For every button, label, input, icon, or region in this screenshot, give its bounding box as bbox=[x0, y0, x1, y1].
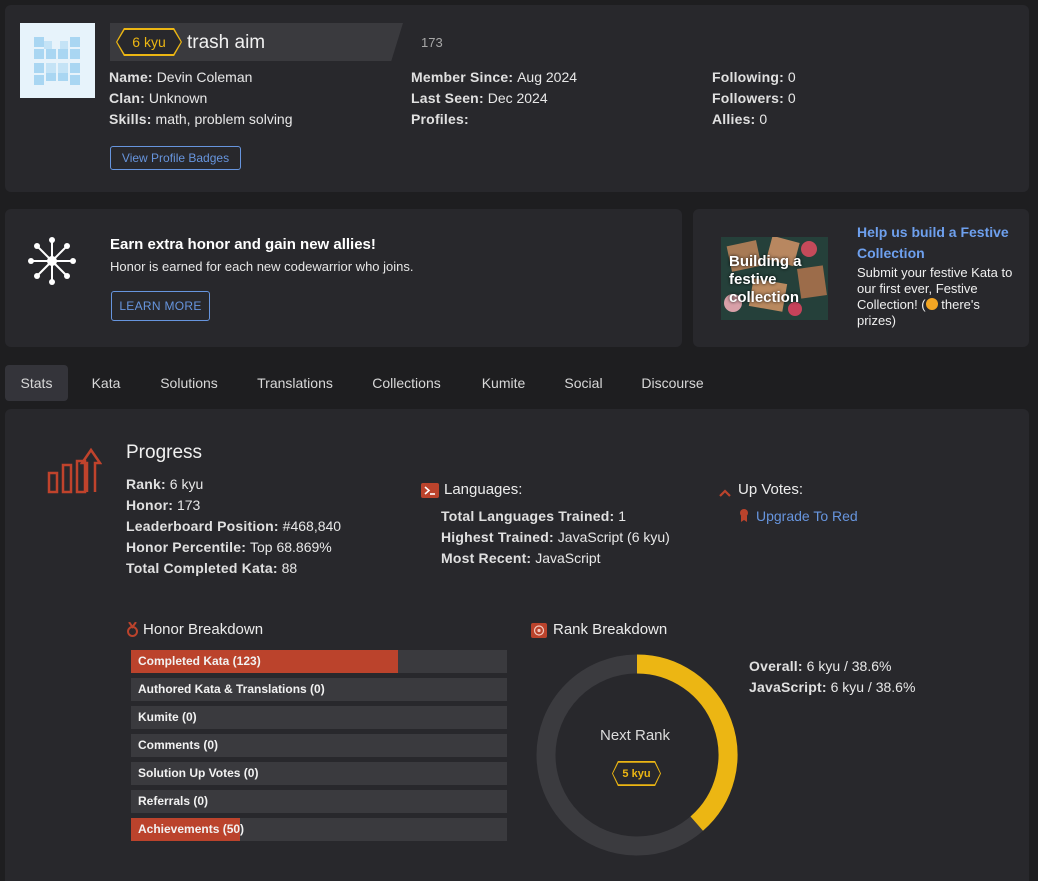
rank-badge: 6 kyu bbox=[116, 28, 182, 56]
honor-bar: Completed Kata (123) bbox=[131, 650, 507, 673]
tab-social[interactable]: Social bbox=[555, 365, 612, 401]
chevron-up-icon bbox=[718, 485, 732, 503]
rank-progress-donut bbox=[536, 654, 738, 856]
honor-bar: Authored Kata & Translations (0) bbox=[131, 678, 507, 701]
info-last-seen: Last Seen: Dec 2024 bbox=[411, 90, 548, 106]
next-rank-label: Next Rank bbox=[600, 727, 671, 744]
progress-percentile: Honor Percentile: Top 68.869% bbox=[126, 539, 332, 555]
festive-title-link[interactable]: Help us build a Festive Collection bbox=[857, 222, 1017, 264]
rank-javascript: JavaScript: 6 kyu / 38.6% bbox=[749, 679, 916, 695]
progress-chart-icon bbox=[46, 447, 103, 500]
progress-honor: Honor: 173 bbox=[126, 497, 201, 513]
honor-bar-label: Referrals (0) bbox=[138, 794, 209, 808]
target-icon bbox=[531, 623, 547, 638]
languages-most-recent: Most Recent: JavaScript bbox=[441, 550, 601, 566]
rank-overall: Overall: 6 kyu / 38.6% bbox=[749, 658, 892, 674]
progress-leaderboard: Leaderboard Position: #468,840 bbox=[126, 518, 342, 534]
progress-rank: Rank: 6 kyu bbox=[126, 476, 204, 492]
festive-image-caption: Building a festive collection bbox=[729, 253, 802, 306]
languages-highest: Highest Trained: JavaScript (6 kyu) bbox=[441, 529, 670, 545]
username: trash aim bbox=[187, 32, 266, 53]
rank-breakdown-title: Rank Breakdown bbox=[553, 621, 668, 638]
honor-bar-label: Completed Kata (123) bbox=[138, 654, 261, 668]
promo-subtitle: Honor is earned for each new codewarrior… bbox=[110, 259, 414, 274]
rank-badge-label: 6 kyu bbox=[132, 34, 166, 50]
languages-title: Languages: bbox=[444, 481, 523, 498]
honor-bar-label: Comments (0) bbox=[138, 738, 219, 752]
upvotes-title: Up Votes: bbox=[738, 481, 804, 498]
tab-collections[interactable]: Collections bbox=[362, 365, 451, 401]
progress-completed-kata: Total Completed Kata: 88 bbox=[126, 560, 298, 576]
ribbon-icon bbox=[739, 508, 749, 528]
honor-bar-label: Achievements (50) bbox=[138, 822, 245, 836]
honor-bar: Referrals (0) bbox=[131, 790, 507, 813]
referral-promo: Earn extra honor and gain new allies! Ho… bbox=[5, 209, 682, 347]
honor-count: 173 bbox=[421, 35, 443, 50]
honor-bar: Comments (0) bbox=[131, 734, 507, 757]
promo-title: Earn extra honor and gain new allies! bbox=[110, 236, 376, 253]
info-clan: Clan: Unknown bbox=[109, 90, 208, 106]
stats-panel: Progress Rank: 6 kyu Honor: 173 Leaderbo… bbox=[5, 409, 1029, 881]
festive-collection-card: Building a festive collection Help us bu… bbox=[693, 209, 1029, 347]
honor-bar: Achievements (50) bbox=[131, 818, 507, 841]
view-profile-badges-button[interactable]: View Profile Badges bbox=[110, 146, 241, 170]
learn-more-button[interactable]: LEARN MORE bbox=[111, 291, 210, 321]
tab-solutions[interactable]: Solutions bbox=[150, 365, 228, 401]
festive-image[interactable]: Building a festive collection bbox=[721, 237, 828, 320]
info-followers[interactable]: Followers: 0 bbox=[712, 90, 796, 106]
avatar bbox=[20, 23, 95, 98]
terminal-icon bbox=[421, 483, 439, 498]
smile-emoji-icon bbox=[925, 298, 938, 310]
info-allies[interactable]: Allies: 0 bbox=[712, 111, 767, 127]
upgrade-to-red-link[interactable]: Upgrade To Red bbox=[756, 508, 858, 524]
network-icon bbox=[27, 236, 77, 291]
progress-title: Progress bbox=[126, 442, 203, 463]
honor-bar: Solution Up Votes (0) bbox=[131, 762, 507, 785]
info-following[interactable]: Following: 0 bbox=[712, 69, 796, 85]
honor-bar-label: Kumite (0) bbox=[138, 710, 197, 724]
festive-body: Submit your festive Kata to our first ev… bbox=[857, 265, 1013, 328]
honor-bar-label: Solution Up Votes (0) bbox=[138, 766, 259, 780]
tab-translations[interactable]: Translations bbox=[247, 365, 343, 401]
honor-bar: Kumite (0) bbox=[131, 706, 507, 729]
info-skills: Skills: math, problem solving bbox=[109, 111, 293, 127]
next-rank-badge-label: 5 kyu bbox=[622, 767, 651, 780]
tab-discourse[interactable]: Discourse bbox=[632, 365, 713, 401]
tab-stats[interactable]: Stats bbox=[5, 365, 68, 401]
tab-kata[interactable]: Kata bbox=[80, 365, 132, 401]
honor-bar-label: Authored Kata & Translations (0) bbox=[138, 682, 325, 696]
profile-panel: 6 kyu trash aim 173 Name: Devin Coleman … bbox=[5, 5, 1029, 192]
tab-kumite[interactable]: Kumite bbox=[471, 365, 536, 401]
honor-breakdown-title: Honor Breakdown bbox=[143, 621, 264, 638]
info-name: Name: Devin Coleman bbox=[109, 69, 253, 85]
info-member-since: Member Since: Aug 2024 bbox=[411, 69, 578, 85]
medal-icon bbox=[127, 621, 138, 642]
next-rank-badge: 5 kyu bbox=[612, 761, 661, 786]
info-profiles: Profiles: bbox=[411, 111, 469, 127]
languages-total: Total Languages Trained: 1 bbox=[441, 508, 627, 524]
